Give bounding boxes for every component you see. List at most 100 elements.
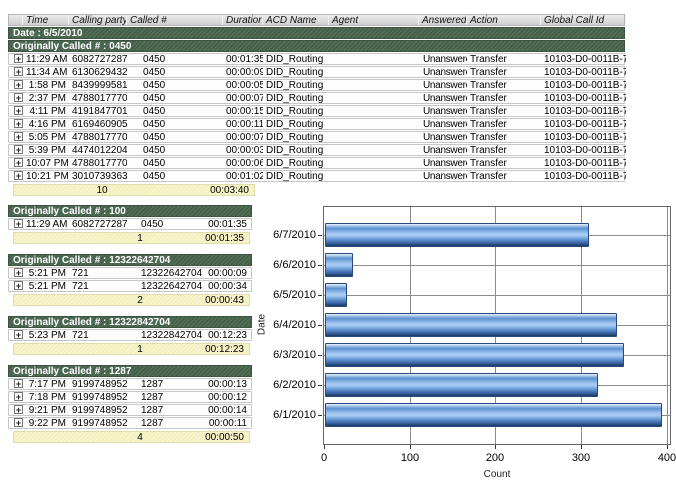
cell-calling-party: 4191847701 (69, 106, 127, 117)
summary-total-duration: 00:03:40 (210, 185, 249, 196)
cell-action: Transfer (467, 93, 541, 104)
table-row: + 5:39 PM 4474012204 0450 00:00:03 DID_R… (8, 144, 625, 156)
expand-row-icon[interactable]: + (14, 54, 23, 63)
cell-acd-name: DID_Routing (263, 93, 329, 104)
group-summary-row: 4 00:00:50 (13, 431, 250, 443)
x-tick-label: 100 (390, 452, 430, 464)
bar-6-6-2010 (325, 253, 353, 277)
cell-action: Transfer (467, 171, 541, 182)
expand-row-icon[interactable]: + (14, 219, 23, 228)
cell-duration: 00:00:14 (203, 405, 253, 416)
cell-calling-party: 4474012204 (69, 145, 127, 156)
table-row: + 10:21 PM 3010739363 0450 00:01:02 DID_… (8, 170, 625, 182)
gridline-horizontal (324, 295, 670, 296)
date-group-band: Date : 6/5/2010 (8, 27, 625, 39)
cell-duration: 00:00:03 (223, 145, 263, 156)
x-tick-mark (410, 445, 411, 449)
table-header-row: Time Calling party # Called # Duration A… (8, 14, 625, 26)
cell-time: 5:05 PM (23, 132, 69, 143)
cell-global-call-id: 10103-D0-0011B-778 (541, 145, 626, 156)
cell-global-call-id: 10103-D0-0011B-77F (541, 171, 626, 182)
cell-duration: 00:00:15 (223, 106, 263, 117)
col-global-call-id: Global Call Id (541, 15, 626, 25)
table-row: + 11:29 AM 6082727287 0450 00:01:35 (8, 218, 252, 230)
cell-acd-name: DID_Routing (263, 119, 329, 130)
cell-time: 5:21 PM (23, 281, 69, 292)
y-tick-mark (318, 415, 322, 416)
summary-call-count: 1 (127, 233, 153, 244)
group-section: Originally Called # : 12322842704 + 5:23… (8, 316, 252, 355)
expand-row-icon[interactable]: + (14, 145, 23, 154)
table-row: + 5:21 PM 721 12322642704 00:00:09 (8, 267, 252, 279)
cell-duration: 00:00:34 (203, 281, 253, 292)
expand-row-icon[interactable]: + (14, 379, 23, 388)
cell-called: 0450 (127, 54, 223, 65)
cell-action: Transfer (467, 80, 541, 91)
expand-row-icon[interactable]: + (14, 171, 23, 180)
group-summary-row: 10 00:03:40 (13, 184, 255, 196)
cell-time: 1:58 PM (23, 80, 69, 91)
cell-duration: 00:00:11 (203, 418, 253, 429)
expand-row-icon[interactable]: + (14, 106, 23, 115)
cell-time: 5:23 PM (23, 330, 69, 341)
cell-calling-party: 721 (69, 268, 127, 279)
expand-row-icon[interactable]: + (14, 67, 23, 76)
group-summary-row: 1 00:12:23 (13, 343, 250, 355)
cell-acd-name: DID_Routing (263, 80, 329, 91)
expand-row-icon[interactable]: + (14, 158, 23, 167)
call-detail-table: Time Calling party # Called # Duration A… (8, 14, 625, 196)
summary-call-count: 10 (90, 185, 114, 196)
y-tick-label: 6/3/2010 (252, 349, 316, 361)
cell-duration: 00:00:09 (223, 67, 263, 78)
table-row: + 9:22 PM 9199748952 1287 00:00:11 (8, 417, 252, 429)
cell-time: 11:29 AM (23, 219, 69, 230)
cell-action: Transfer (467, 145, 541, 156)
expand-row-icon[interactable]: + (14, 93, 23, 102)
summary-total-duration: 00:01:35 (205, 233, 244, 244)
cell-global-call-id: 10103-D0-0011B-76F (541, 67, 626, 78)
cell-duration: 00:00:07 (223, 93, 263, 104)
expand-row-icon[interactable]: + (14, 281, 23, 290)
x-tick-label: 400 (647, 452, 676, 464)
cell-time: 11:29 AM (23, 54, 69, 65)
cell-time: 7:17 PM (23, 379, 69, 390)
cell-action: Transfer (467, 67, 541, 78)
table-row: + 7:17 PM 9199748952 1287 00:00:13 (8, 378, 252, 390)
y-tick-mark (318, 355, 322, 356)
col-agent: Agent (329, 15, 419, 25)
expand-row-icon[interactable]: + (14, 330, 23, 339)
cell-acd-name: DID_Routing (263, 145, 329, 156)
cell-called: 0450 (127, 80, 223, 91)
expand-row-icon[interactable]: + (14, 268, 23, 277)
cell-duration: 00:00:11 (223, 119, 263, 130)
cell-calling-party: 4788017770 (69, 158, 127, 169)
cell-duration: 00:12:23 (203, 330, 253, 341)
cell-duration: 00:00:05 (223, 80, 263, 91)
cell-duration: 00:00:13 (203, 379, 253, 390)
cell-time: 4:11 PM (23, 106, 69, 117)
cell-calling-party: 4788017770 (69, 132, 127, 143)
cell-answered: Unanswered (419, 93, 467, 104)
group-section: Originally Called # : 12322642704 + 5:21… (8, 254, 252, 306)
table-row: + 11:29 AM 6082727287 0450 00:01:35 DID_… (8, 53, 625, 65)
originally-called-band: Originally Called # : 0450 (8, 40, 625, 52)
cell-global-call-id: 10103-D0-0011B-768 (541, 54, 626, 65)
expand-row-icon[interactable]: + (14, 80, 23, 89)
x-tick-label: 0 (304, 452, 344, 464)
cell-time: 11:34 AM (23, 67, 69, 78)
expand-row-icon[interactable]: + (14, 392, 23, 401)
y-tick-label: 6/5/2010 (252, 289, 316, 301)
cell-duration: 00:00:09 (203, 268, 253, 279)
cell-called: 1287 (127, 405, 203, 416)
expand-row-icon[interactable]: + (14, 132, 23, 141)
y-tick-mark (318, 235, 322, 236)
expand-row-icon[interactable]: + (14, 405, 23, 414)
cell-time: 10:07 PM (23, 158, 69, 169)
cell-called: 0450 (127, 132, 223, 143)
expand-row-icon[interactable]: + (14, 418, 23, 427)
cell-calling-party: 6082727287 (69, 54, 127, 65)
group-summary-row: 1 00:01:35 (13, 232, 250, 244)
cell-action: Transfer (467, 106, 541, 117)
originally-called-band: Originally Called # : 100 (8, 205, 252, 217)
expand-row-icon[interactable]: + (14, 119, 23, 128)
